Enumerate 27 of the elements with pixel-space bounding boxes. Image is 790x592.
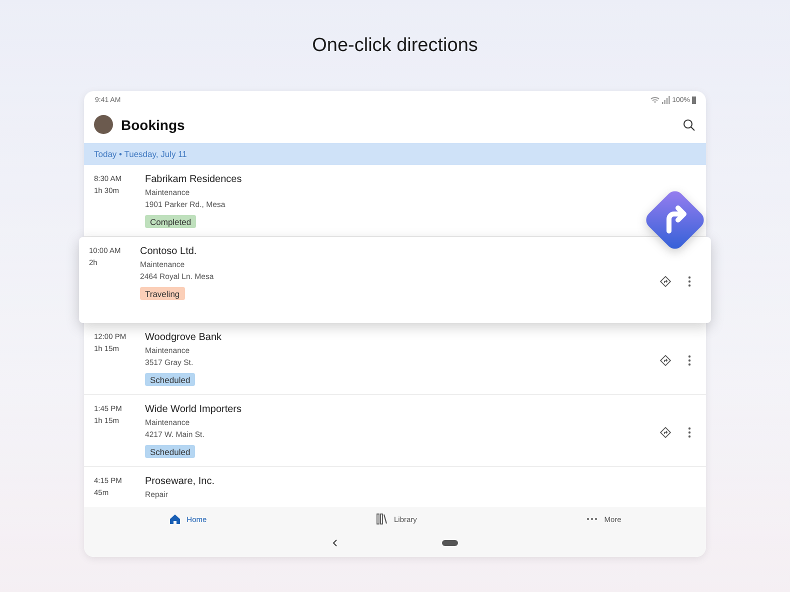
library-icon [376, 513, 388, 525]
booking-title: Contoso Ltd. [140, 246, 197, 257]
headline: One-click directions [312, 34, 478, 58]
more-icon[interactable] [688, 426, 691, 438]
wifi-icon [650, 96, 660, 104]
home-icon [168, 513, 181, 525]
home-handle[interactable] [442, 540, 458, 546]
directions-icon[interactable] [659, 354, 672, 366]
booking-title: Woodgrove Bank [145, 332, 222, 343]
booking-title: Wide World Importers [145, 404, 242, 415]
back-icon [332, 539, 338, 547]
more-icon[interactable] [688, 276, 691, 287]
status-tag: Completed [145, 215, 196, 228]
battery-icon [692, 96, 696, 104]
booking-title: Proseware, Inc. [145, 476, 214, 487]
date-text: Today • Tuesday, July 11 [94, 149, 187, 159]
more-icon[interactable] [688, 354, 691, 366]
page-title: Bookings [121, 116, 186, 132]
status-tag: Scheduled [145, 373, 196, 386]
directions-icon[interactable] [659, 275, 672, 288]
signal-icon [662, 96, 670, 104]
status-tag: Traveling [140, 287, 185, 300]
status-tag: Scheduled [145, 445, 196, 458]
directions-icon[interactable] [659, 426, 672, 438]
booking-title: Fabrikam Residences [145, 174, 242, 185]
avatar[interactable] [94, 115, 113, 134]
search-icon[interactable] [683, 118, 695, 130]
